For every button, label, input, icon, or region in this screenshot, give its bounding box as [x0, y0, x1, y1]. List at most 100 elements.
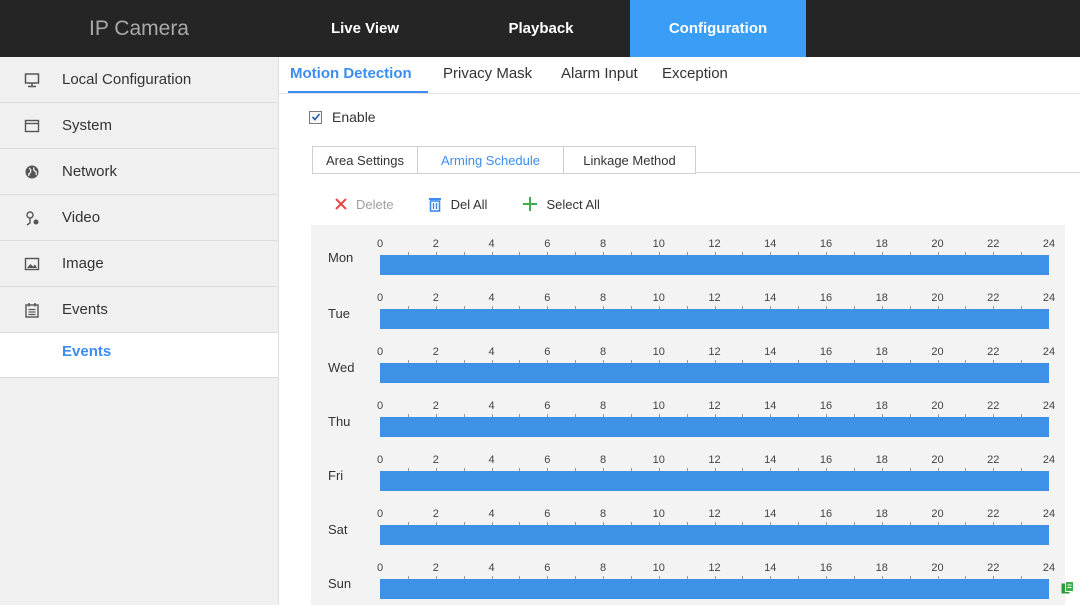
hour-tick-label: 4 [488, 508, 495, 520]
schedule-row-wed: Wed 0 2 4 6 8 10 12 14 16 18 20 22 24 [311, 341, 1065, 396]
enable-label: Enable [332, 109, 376, 125]
hour-tick-label: 4 [488, 346, 495, 358]
nav-live-view[interactable]: Live View [278, 0, 452, 57]
schedule-bar[interactable] [380, 525, 1049, 545]
hour-tick-label: 0 [376, 454, 384, 466]
delete-all-button[interactable]: Del All [427, 196, 487, 212]
select-all-label: Select All [546, 196, 600, 212]
hour-tick-label: 14 [764, 238, 777, 250]
hour-tick-label: 16 [819, 400, 833, 412]
hour-tick-label: 20 [931, 238, 944, 250]
hour-tick-label: 10 [652, 346, 665, 358]
hour-tick-label: 18 [875, 238, 888, 250]
hour-tick-label: 24 [1042, 292, 1056, 304]
hour-tick-label: 0 [376, 508, 384, 520]
day-label: Sat [328, 522, 348, 537]
day-label: Sun [328, 576, 352, 591]
tab-alarm-input[interactable]: Alarm Input [561, 65, 638, 82]
hour-tick-label: 22 [987, 238, 1000, 250]
hour-tick-label: 12 [708, 292, 721, 304]
hour-tick-label: 22 [987, 400, 1000, 412]
hour-tick-label: 12 [708, 562, 721, 574]
hour-tick-label: 2 [432, 292, 439, 304]
sidebar-item-events[interactable]: Events [0, 287, 278, 333]
hour-tick-label: 0 [376, 346, 384, 358]
calendar-icon [23, 301, 41, 319]
enable-row: Enable [309, 109, 376, 125]
schedule-bar[interactable] [380, 579, 1049, 599]
hour-tick-label: 24 [1042, 238, 1056, 250]
hour-tick-label: 18 [875, 346, 888, 358]
sidebar-item-local-configuration[interactable]: Local Configuration [0, 57, 278, 103]
hour-tick-label: 8 [599, 346, 607, 358]
schedule-row-tue: Tue 0 2 4 6 8 10 12 14 16 18 20 22 24 [311, 287, 1065, 342]
hour-tick-label: 10 [652, 454, 665, 466]
day-label: Wed [328, 360, 355, 375]
hour-tick-label: 4 [488, 400, 495, 412]
hour-tick-label: 20 [931, 400, 944, 412]
step-arming-schedule[interactable]: Arming Schedule [417, 146, 564, 174]
schedule-row-thu: Thu 0 2 4 6 8 10 12 14 16 18 20 22 24 [311, 395, 1065, 450]
step-divider [696, 172, 1080, 173]
nav-configuration[interactable]: Configuration [630, 0, 806, 57]
tab-privacy-mask[interactable]: Privacy Mask [443, 65, 532, 82]
hour-tick-label: 14 [764, 346, 777, 358]
hour-tick-label: 14 [764, 454, 777, 466]
tab-exception[interactable]: Exception [662, 65, 728, 82]
select-all-button[interactable]: Select All [522, 196, 600, 212]
day-label: Tue [328, 306, 350, 321]
sidebar-subitem-events[interactable]: Events [0, 333, 278, 378]
hour-tick-label: 12 [708, 346, 721, 358]
hour-tick-label: 14 [764, 292, 777, 304]
hour-tick-label: 4 [488, 238, 495, 250]
sidebar-item-video[interactable]: Video [0, 195, 278, 241]
hour-tick-label: 10 [652, 562, 665, 574]
hour-tick-label: 6 [544, 346, 551, 358]
schedule-bar[interactable] [380, 309, 1049, 329]
schedule-bar[interactable] [380, 417, 1049, 437]
hour-tick-label: 22 [987, 508, 1000, 520]
schedule-bar[interactable] [380, 363, 1049, 383]
schedule-bar[interactable] [380, 471, 1049, 491]
step-area-settings[interactable]: Area Settings [312, 146, 418, 174]
sidebar-item-network[interactable]: Network [0, 149, 278, 195]
hour-tick-label: 20 [931, 346, 944, 358]
schedule-bar[interactable] [380, 255, 1049, 275]
active-tab-indicator [288, 91, 428, 93]
hour-tick-label: 24 [1042, 346, 1056, 358]
day-label: Fri [328, 468, 344, 483]
hour-tick-label: 16 [819, 562, 833, 574]
enable-checkbox[interactable] [309, 110, 322, 124]
sidebar-item-system[interactable]: System [0, 103, 278, 149]
hour-tick-label: 20 [931, 508, 944, 520]
nav-playback[interactable]: Playback [452, 0, 630, 57]
step-tabs: Area Settings Arming Schedule Linkage Me… [312, 146, 1080, 174]
hour-tick-label: 16 [819, 454, 833, 466]
day-label: Thu [328, 414, 351, 429]
plus-icon [522, 196, 538, 212]
delete-button[interactable]: Delete [334, 197, 394, 212]
hour-tick-label: 6 [544, 238, 551, 250]
hour-tick-label: 20 [931, 454, 944, 466]
hour-tick-label: 6 [544, 562, 551, 574]
monitor-icon [23, 71, 41, 89]
schedule-toolbar: Delete Del All Select All [334, 192, 600, 216]
function-tabs: Motion Detection Privacy Mask Alarm Inpu… [278, 57, 1080, 94]
tab-motion-detection[interactable]: Motion Detection [290, 65, 412, 82]
hour-tick-label: 24 [1042, 508, 1056, 520]
hour-tick-label: 24 [1042, 454, 1056, 466]
delete-label: Delete [356, 196, 394, 212]
hour-tick-label: 6 [544, 292, 551, 304]
copy-icon[interactable] [1061, 581, 1075, 595]
sidebar-item-image[interactable]: Image [0, 241, 278, 287]
step-linkage-method[interactable]: Linkage Method [563, 146, 696, 174]
hour-tick-label: 24 [1042, 562, 1056, 574]
system-icon [23, 117, 41, 135]
hour-tick-label: 2 [432, 562, 439, 574]
hour-tick-label: 10 [652, 292, 665, 304]
hour-tick-label: 6 [544, 400, 551, 412]
hour-tick-label: 4 [488, 454, 495, 466]
hour-tick-label: 18 [875, 400, 888, 412]
sidebar-item-label: System [62, 117, 113, 134]
hour-tick-label: 0 [376, 292, 384, 304]
